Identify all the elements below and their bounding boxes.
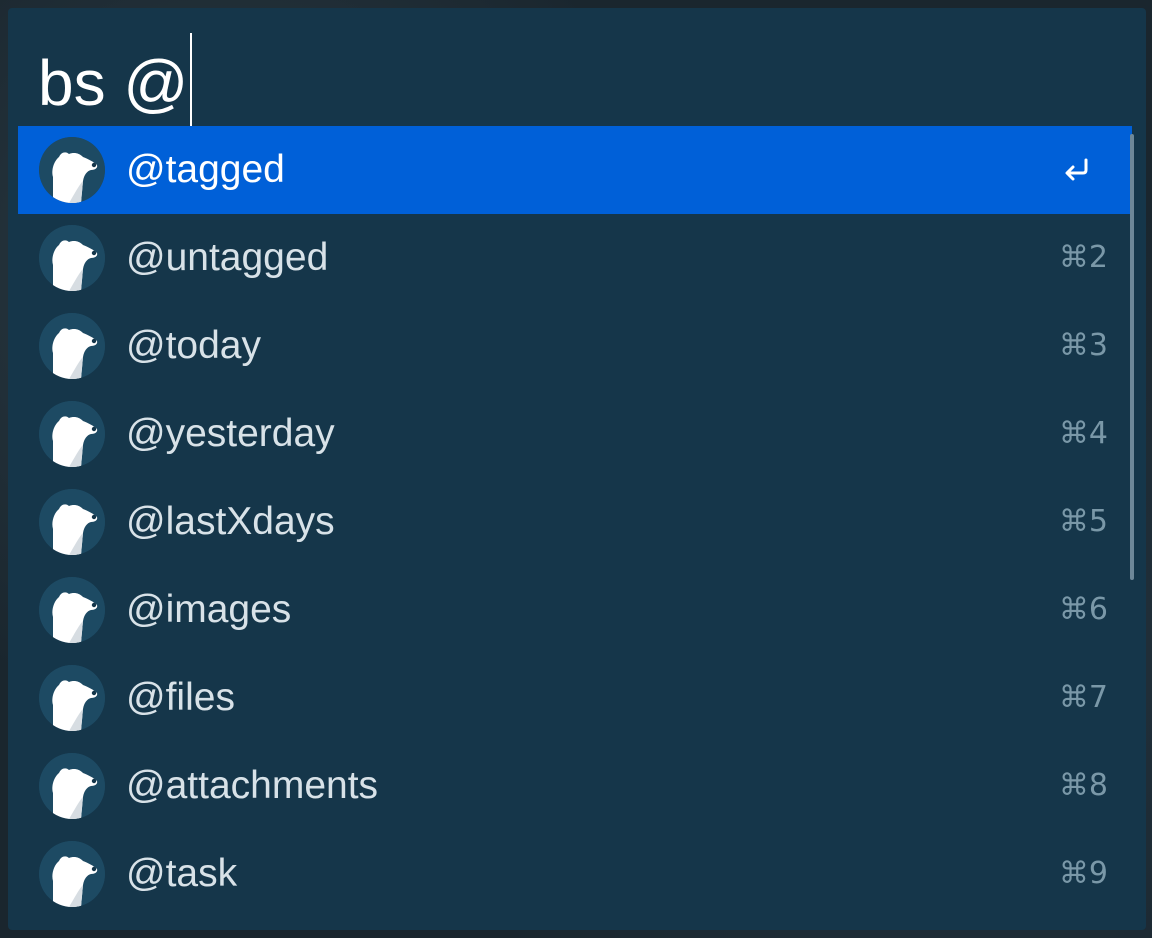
result-label: @images <box>126 588 292 631</box>
results-list: @tagged @untagged ⌘2 @today ⌘3 @yesterda… <box>18 126 1132 918</box>
shortcut-hint: ⌘9 <box>1058 856 1108 891</box>
bear-app-icon <box>39 225 105 291</box>
result-row[interactable]: @yesterday ⌘4 <box>18 390 1132 478</box>
bear-app-icon <box>39 313 105 379</box>
result-label: @tagged <box>126 148 285 191</box>
result-row[interactable]: @images ⌘6 <box>18 566 1132 654</box>
result-label: @today <box>126 324 261 367</box>
return-key-icon <box>1065 158 1088 181</box>
result-label: @attachments <box>126 764 379 807</box>
result-label: @untagged <box>126 236 329 279</box>
shortcut-hint: ⌘6 <box>1058 592 1108 627</box>
bear-app-icon <box>39 753 105 819</box>
shortcut-hint: ⌘5 <box>1058 504 1108 539</box>
result-label: @files <box>126 676 235 719</box>
bear-app-icon <box>39 577 105 643</box>
shortcut-hint: ⌘4 <box>1058 416 1108 451</box>
result-row[interactable]: @task ⌘9 <box>18 830 1132 918</box>
result-row[interactable]: @untagged ⌘2 <box>18 214 1132 302</box>
bear-app-icon <box>39 137 105 203</box>
search-bar[interactable]: bs @ <box>8 8 1146 127</box>
bear-app-icon <box>39 489 105 555</box>
search-input[interactable]: bs @ <box>38 33 193 130</box>
bear-app-icon <box>39 665 105 731</box>
result-row[interactable]: @today ⌘3 <box>18 302 1132 390</box>
shortcut-hint: ⌘7 <box>1058 680 1108 715</box>
shortcut-hint: ⌘2 <box>1058 240 1108 275</box>
shortcut-hint: ⌘3 <box>1058 328 1108 363</box>
result-label: @lastXdays <box>126 500 335 543</box>
search-query-text: bs @ <box>38 47 189 119</box>
result-label: @task <box>126 852 238 895</box>
bear-app-icon <box>39 841 105 907</box>
results-scrollbar[interactable] <box>1130 134 1134 580</box>
result-label: @yesterday <box>126 412 335 455</box>
result-row[interactable]: @lastXdays ⌘5 <box>18 478 1132 566</box>
result-row[interactable]: @tagged <box>18 126 1132 214</box>
text-caret <box>190 33 193 127</box>
bear-app-icon <box>39 401 105 467</box>
shortcut-hint: ⌘8 <box>1058 768 1108 803</box>
result-row[interactable]: @attachments ⌘8 <box>18 742 1132 830</box>
result-row[interactable]: @files ⌘7 <box>18 654 1132 742</box>
launcher-window: bs @ @tagged @untagged ⌘2 @today ⌘3 @yes… <box>8 8 1146 930</box>
